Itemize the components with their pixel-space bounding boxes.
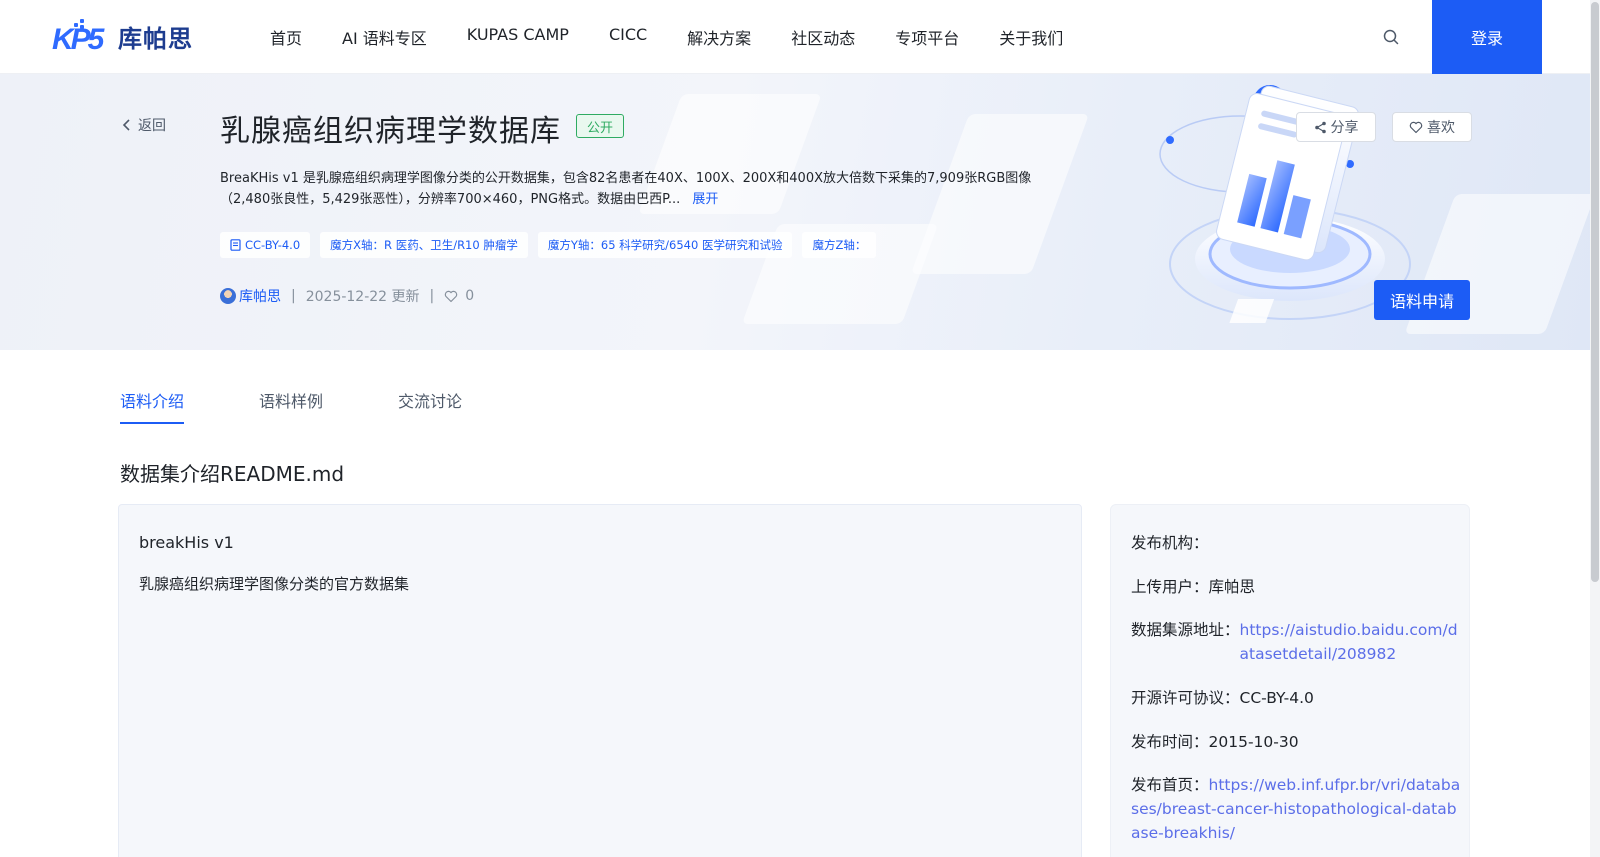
brand-logo[interactable]: KP5 库帕思 <box>52 18 193 56</box>
dataset-tags: CC-BY-4.0 魔方X轴：R 医药、卫生/R10 肿瘤学 魔方Y轴：65 科… <box>220 232 877 258</box>
back-button[interactable]: 返回 <box>122 115 166 135</box>
main-nav: 首页 AI 语料专区 KUPAS CAMP CICC 解决方案 社区动态 专项平… <box>270 25 1103 49</box>
share-icon <box>1314 121 1326 133</box>
logo-text: 库帕思 <box>118 24 193 53</box>
login-button[interactable]: 登录 <box>1432 0 1542 74</box>
page-scrollbar[interactable] <box>1590 0 1600 857</box>
nav-item-solutions[interactable]: 解决方案 <box>687 25 751 49</box>
like-button[interactable]: 喜欢 <box>1392 112 1472 142</box>
content-tabs: 语料介绍 语料样例 交流讨论 <box>120 388 537 424</box>
like-count: 0 <box>465 288 475 304</box>
nav-item-platform[interactable]: 专项平台 <box>895 25 959 49</box>
info-uploader-label: 上传用户： <box>1131 578 1209 596</box>
info-source-label: 数据集源地址： <box>1131 621 1240 639</box>
dataset-info-card: 发布机构： 上传用户：库帕思 数据集源地址： https://aistudio.… <box>1110 504 1470 857</box>
info-license-value: CC-BY-4.0 <box>1239 689 1314 707</box>
license-icon <box>230 239 241 251</box>
readme-card: breakHis v1 乳腺癌组织病理学图像分类的官方数据集 <box>118 504 1082 857</box>
tag-z-axis[interactable]: 魔方Z轴： <box>802 232 877 258</box>
info-date-value: 2015-10-30 <box>1208 733 1299 751</box>
tag-x-axis[interactable]: 魔方X轴：R 医药、卫生/R10 肿瘤学 <box>320 232 528 258</box>
tab-corpus-intro[interactable]: 语料介绍 <box>120 388 185 424</box>
nav-item-cicc[interactable]: CICC <box>609 25 647 49</box>
logo-mark-icon: KP5 <box>52 19 114 56</box>
meta-separator: | <box>429 288 435 304</box>
dataset-description: BreaKHis v1 是乳腺癌组织病理学图像分类的公开数据集，包含82名患者在… <box>220 168 1060 210</box>
info-homepage: 发布首页：https://web.inf.ufpr.br/vri/databas… <box>1131 773 1461 845</box>
corpus-apply-button[interactable]: 语料申请 <box>1374 280 1470 320</box>
top-navbar: KP5 库帕思 首页 AI 语料专区 KUPAS CAMP CICC 解决方案 … <box>0 0 1590 74</box>
section-title: 数据集介绍README.md <box>120 462 345 486</box>
tag-license[interactable]: CC-BY-4.0 <box>220 232 311 258</box>
expand-link[interactable]: 展开 <box>692 192 718 207</box>
info-date: 发布时间：2015-10-30 <box>1131 730 1461 754</box>
nav-item-community[interactable]: 社区动态 <box>791 25 855 49</box>
readme-heading: breakHis v1 <box>139 533 234 552</box>
tab-discussion[interactable]: 交流讨论 <box>398 388 462 424</box>
dataset-title: 乳腺癌组织病理学数据库 <box>220 114 561 149</box>
info-publisher: 发布机构： <box>1131 531 1461 555</box>
dataset-hero: 返回 乳腺癌组织病理学数据库 公开 BreaKHis v1 是乳腺癌组织病理学图… <box>0 74 1590 350</box>
nav-item-about[interactable]: 关于我们 <box>999 25 1063 49</box>
chevron-left-icon <box>122 119 130 131</box>
avatar <box>220 288 236 304</box>
info-date-label: 发布时间： <box>1131 733 1209 751</box>
info-license: 开源许可协议：CC-BY-4.0 <box>1131 686 1461 710</box>
back-label: 返回 <box>138 118 166 134</box>
like-label: 喜欢 <box>1427 120 1455 136</box>
readme-paragraph: 乳腺癌组织病理学图像分类的官方数据集 <box>139 575 410 593</box>
tag-license-label: CC-BY-4.0 <box>245 238 301 252</box>
info-source: 数据集源地址： https://aistudio.baidu.com/datas… <box>1131 618 1461 666</box>
share-label: 分享 <box>1330 120 1359 136</box>
uploader-link[interactable]: 库帕思 <box>239 286 281 306</box>
meta-separator: | <box>291 288 296 304</box>
info-source-link[interactable]: https://aistudio.baidu.com/datasetdetail… <box>1240 618 1461 666</box>
info-license-label: 开源许可协议： <box>1131 689 1240 707</box>
nav-item-ai-corpus[interactable]: AI 语料专区 <box>342 25 427 49</box>
heart-icon <box>445 290 458 302</box>
share-button[interactable]: 分享 <box>1296 112 1376 142</box>
dataset-meta: 库帕思 | 2025-12-22 更新 | 0 <box>220 286 474 306</box>
updated-date: 2025-12-22 更新 <box>305 289 420 305</box>
tab-corpus-samples[interactable]: 语料样例 <box>259 388 323 424</box>
info-uploader-value: 库帕思 <box>1208 578 1256 596</box>
info-publisher-label: 发布机构： <box>1131 534 1209 552</box>
nav-item-home[interactable]: 首页 <box>270 25 302 49</box>
heart-icon <box>1409 121 1423 133</box>
info-homepage-label: 发布首页： <box>1131 776 1209 794</box>
description-text: BreaKHis v1 是乳腺癌组织病理学图像分类的公开数据集，包含82名患者在… <box>220 171 1032 207</box>
scrollbar-thumb[interactable] <box>1591 2 1599 582</box>
search-icon[interactable] <box>1382 28 1400 46</box>
info-uploader: 上传用户：库帕思 <box>1131 575 1461 599</box>
visibility-badge: 公开 <box>576 114 624 138</box>
nav-item-kupas-camp[interactable]: KUPAS CAMP <box>467 25 569 49</box>
tag-y-axis[interactable]: 魔方Y轴：65 科学研究/6540 医学研究和试验 <box>537 232 793 258</box>
